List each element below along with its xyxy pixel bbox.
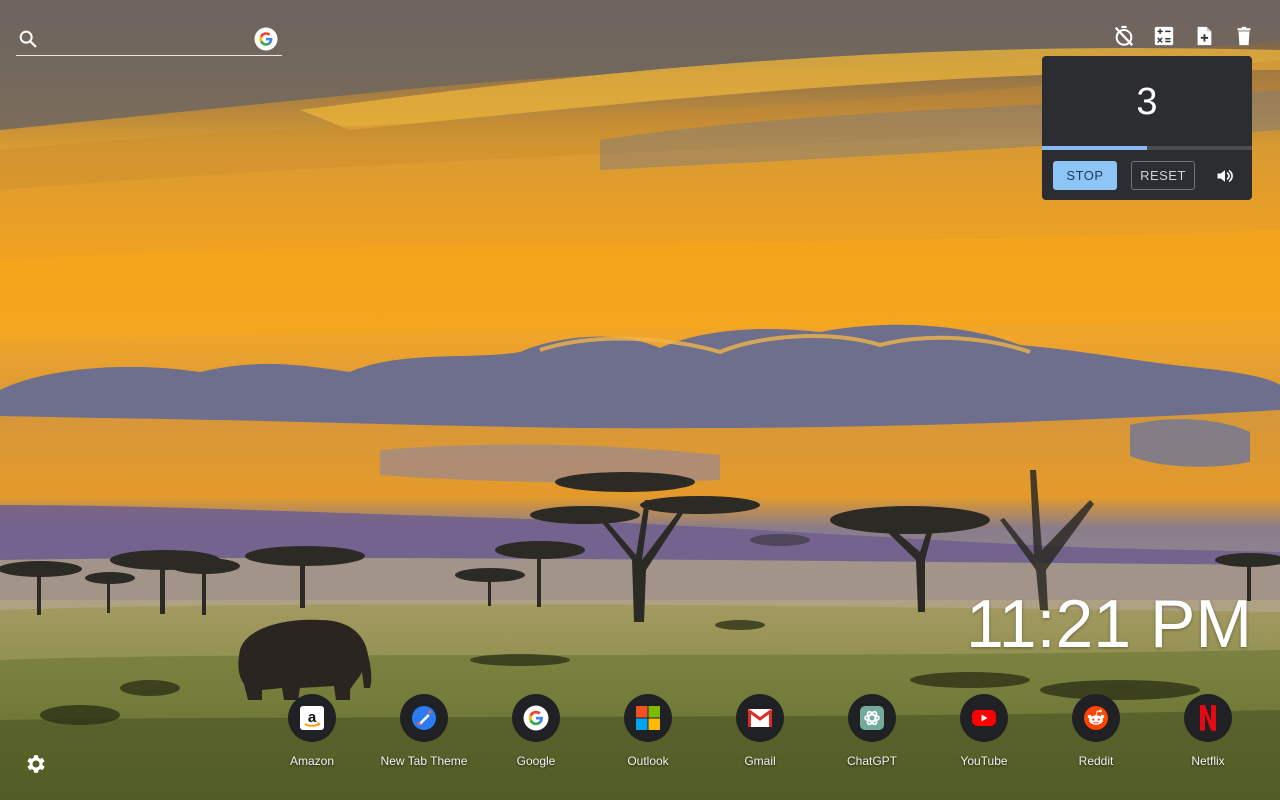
shortcut-outlook[interactable]: Outlook	[592, 694, 704, 774]
timer-progress-fill	[1042, 146, 1147, 150]
shortcut-new-tab-theme[interactable]: New Tab Theme	[368, 694, 480, 774]
google-icon	[512, 694, 560, 742]
calculator-icon[interactable]	[1152, 24, 1176, 48]
timer-off-icon[interactable]	[1112, 24, 1136, 48]
shortcut-label: ChatGPT	[846, 754, 897, 768]
youtube-icon	[960, 694, 1008, 742]
shortcut-bar: a Amazon New Tab Theme Google Outlook Gm…	[256, 694, 1264, 774]
timer-countdown-value: 3	[1136, 80, 1158, 123]
shortcut-label: Outlook	[627, 754, 669, 768]
outlook-icon	[624, 694, 672, 742]
shortcut-google[interactable]: Google	[480, 694, 592, 774]
shortcut-label: Gmail	[744, 754, 776, 768]
reset-button[interactable]: RESET	[1131, 161, 1195, 190]
volume-icon[interactable]	[1213, 164, 1237, 188]
svg-text:a: a	[308, 709, 317, 726]
shortcut-netflix[interactable]: Netflix	[1152, 694, 1264, 774]
reddit-icon	[1072, 694, 1120, 742]
timer-progress-bar	[1042, 146, 1252, 150]
shortcut-label: Reddit	[1078, 754, 1114, 768]
search-bar	[16, 22, 282, 56]
widget-toolbar	[1112, 24, 1256, 48]
gmail-icon	[736, 694, 784, 742]
stop-button[interactable]: STOP	[1053, 161, 1117, 190]
shortcut-label: Google	[516, 754, 556, 768]
netflix-icon	[1184, 694, 1232, 742]
shortcut-reddit[interactable]: Reddit	[1040, 694, 1152, 774]
shortcut-label: YouTube	[960, 754, 1008, 768]
shortcut-label: Netflix	[1191, 754, 1225, 768]
search-input[interactable]	[39, 24, 254, 53]
gear-icon[interactable]	[24, 752, 48, 776]
shortcut-gmail[interactable]: Gmail	[704, 694, 816, 774]
shortcut-amazon[interactable]: a Amazon	[256, 694, 368, 774]
new-tab-theme-icon	[400, 694, 448, 742]
google-g-icon[interactable]	[254, 27, 278, 51]
countdown-timer-widget: 3 STOP RESET	[1042, 56, 1252, 200]
new-note-icon[interactable]	[1192, 24, 1216, 48]
trash-icon[interactable]	[1232, 24, 1256, 48]
shortcut-chatgpt[interactable]: ChatGPT	[816, 694, 928, 774]
chatgpt-icon	[848, 694, 896, 742]
clock-time: 11:21 PM	[966, 586, 1253, 662]
shortcut-label: Amazon	[289, 754, 335, 768]
timer-controls: STOP RESET	[1053, 161, 1237, 190]
search-icon[interactable]	[17, 28, 39, 50]
amazon-icon: a	[288, 694, 336, 742]
shortcut-label: New Tab Theme	[380, 754, 468, 768]
shortcut-youtube[interactable]: YouTube	[928, 694, 1040, 774]
